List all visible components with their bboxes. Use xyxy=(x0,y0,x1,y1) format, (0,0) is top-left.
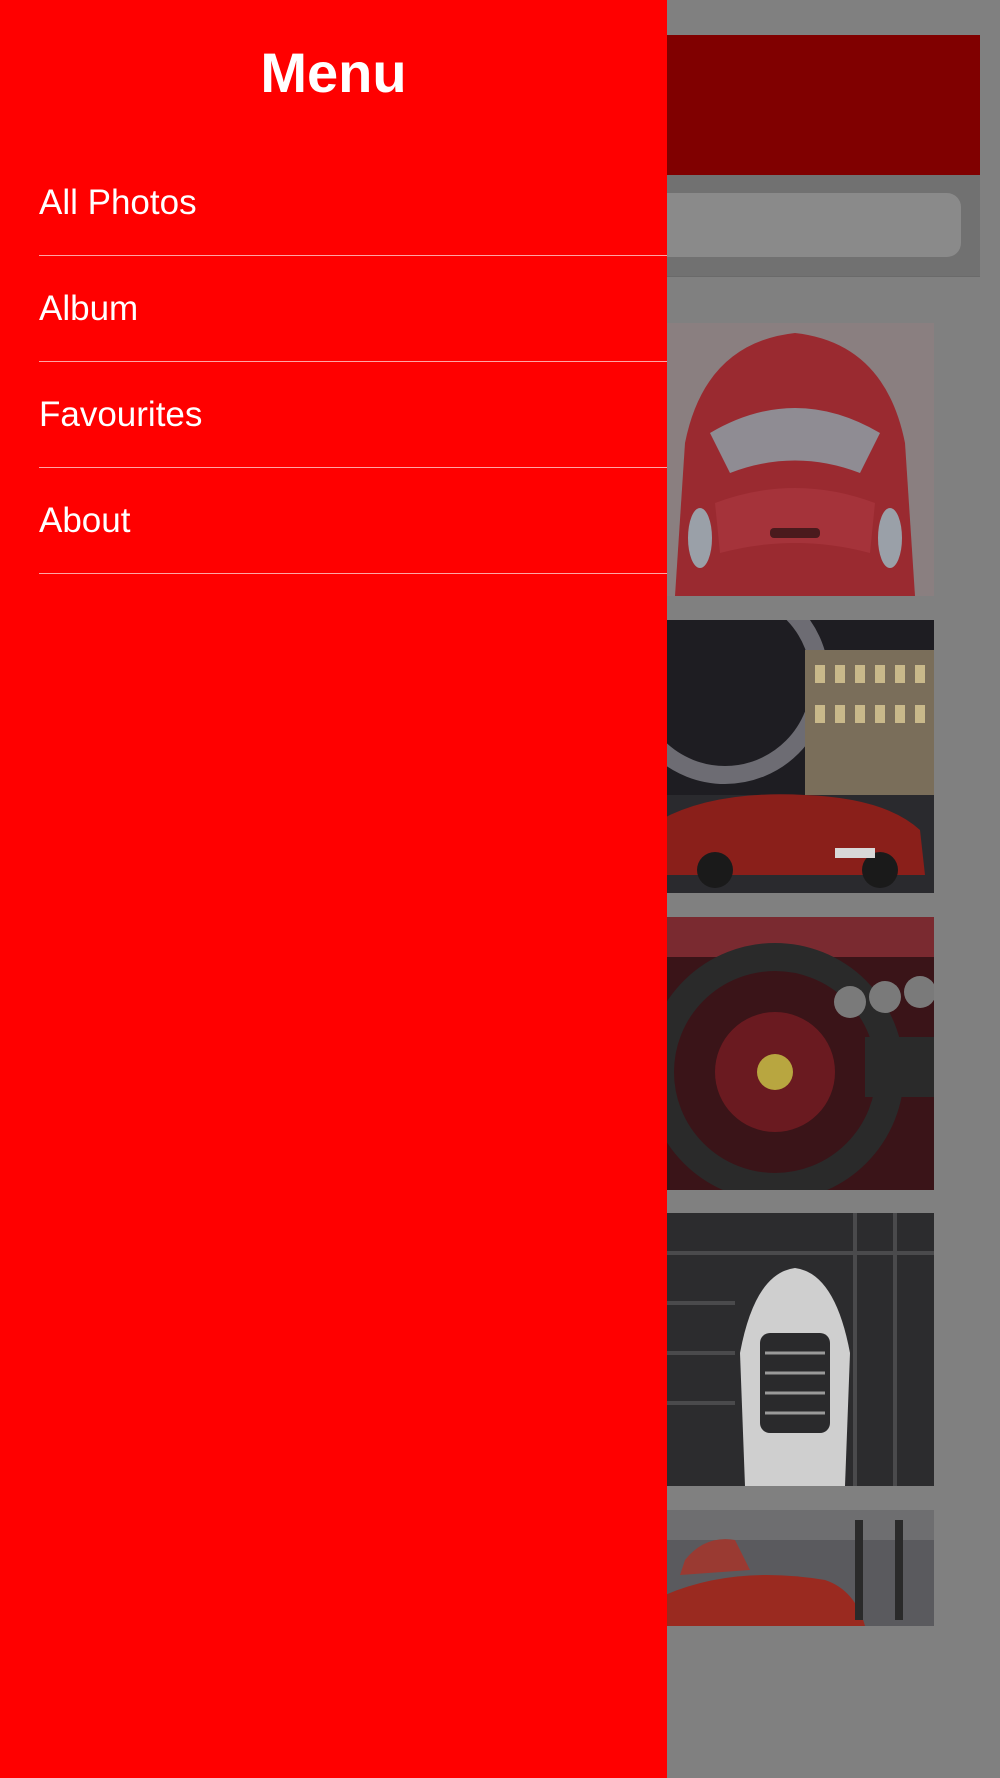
menu-item-favourites[interactable]: Favourites xyxy=(0,362,667,468)
menu-item-album[interactable]: Album xyxy=(0,256,667,362)
menu-list: All Photos Album Favourites About xyxy=(0,150,667,574)
app-screen: Menu All Photos Album Favourites About xyxy=(0,0,1000,1778)
photo-thumbnail[interactable] xyxy=(655,1213,934,1486)
menu-item-label: About xyxy=(39,501,131,540)
menu-item-about[interactable]: About xyxy=(0,468,667,574)
menu-title: Menu xyxy=(260,41,407,104)
navigation-bar xyxy=(640,35,980,175)
search-input[interactable] xyxy=(640,193,961,257)
menu-item-all-photos[interactable]: All Photos xyxy=(0,150,667,256)
photo-thumbnail[interactable] xyxy=(655,1510,934,1626)
photo-thumbnail[interactable] xyxy=(655,620,934,893)
photo-thumbnail[interactable] xyxy=(655,917,934,1190)
photo-thumbnail[interactable] xyxy=(655,323,934,596)
side-menu-drawer: Menu All Photos Album Favourites About xyxy=(0,0,667,1778)
menu-item-label: Album xyxy=(39,289,139,328)
menu-item-label: Favourites xyxy=(39,395,203,434)
menu-item-label: All Photos xyxy=(39,183,197,222)
